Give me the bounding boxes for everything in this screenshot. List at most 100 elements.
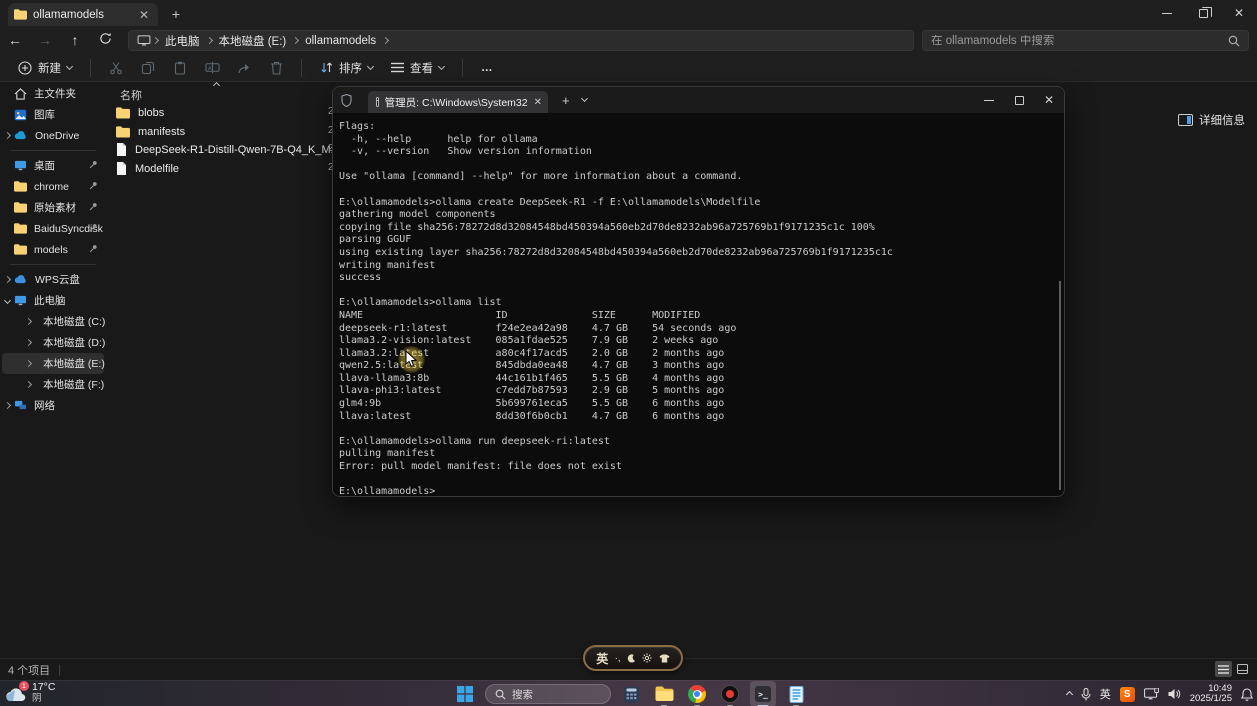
collapse-chevron-icon[interactable]: [4, 297, 11, 304]
microphone-icon[interactable]: [1081, 688, 1091, 701]
column-header-name[interactable]: 名称: [120, 87, 142, 103]
expand-chevron-icon[interactable]: [25, 318, 32, 325]
file-row-modelfile[interactable]: Modelfile: [110, 159, 179, 178]
file-row-gguf[interactable]: DeepSeek-R1-Distill-Qwen-7B-Q4_K_M.gguf: [110, 140, 355, 159]
terminal-tab-dropdown-icon[interactable]: [581, 95, 588, 102]
breadcrumb-drive-e[interactable]: 本地磁盘 (E:): [214, 33, 292, 49]
file-row-blobs[interactable]: blobs: [110, 103, 164, 122]
notification-bell-icon[interactable]: [1241, 688, 1253, 701]
explorer-addressbar: ← → ↑ 此电脑 本地磁盘 (E:) ollamamodels: [0, 26, 1257, 54]
mouse-cursor: [405, 350, 418, 368]
terminal-new-tab-button[interactable]: +: [562, 93, 570, 108]
taskbar-app-recorder[interactable]: [717, 681, 743, 706]
new-tab-button[interactable]: +: [166, 5, 186, 25]
sidebar-item-this-pc[interactable]: 此电脑: [2, 290, 104, 311]
computer-icon: [14, 295, 27, 306]
sidebar-item-baidusyncdisk[interactable]: BaiduSyncdisk: [2, 218, 104, 239]
minimize-button[interactable]: [1149, 0, 1185, 26]
refresh-button[interactable]: [90, 32, 120, 48]
sidebar-item-drive-f[interactable]: 本地磁盘 (F:): [2, 374, 104, 395]
sidebar-item-drive-d[interactable]: 本地磁盘 (D:): [2, 332, 104, 353]
back-button[interactable]: ←: [0, 32, 30, 48]
search-icon: [495, 689, 506, 700]
sidebar-item-chrome[interactable]: chrome: [2, 176, 104, 197]
expand-chevron-icon[interactable]: [4, 132, 11, 139]
clock[interactable]: 10:49 2025/1/25: [1190, 684, 1232, 705]
terminal-titlebar[interactable]: 管理员: C:\Windows\System32 ✕ + ✕: [333, 87, 1064, 113]
sidebar-item-desktop[interactable]: 桌面: [2, 155, 104, 176]
sidebar-item-models[interactable]: models: [2, 239, 104, 260]
rename-button[interactable]: A: [197, 56, 227, 80]
search-icon: [1228, 35, 1240, 47]
sidebar-item-onedrive[interactable]: OneDrive: [2, 125, 104, 146]
copy-button[interactable]: [133, 56, 163, 80]
ime-punctuation-toggle[interactable]: ·,: [615, 653, 621, 664]
taskbar-app-chrome[interactable]: [684, 681, 710, 706]
paste-button[interactable]: [165, 56, 195, 80]
sort-button[interactable]: 排序: [312, 56, 381, 80]
up-button[interactable]: ↑: [60, 32, 90, 48]
expand-chevron-icon[interactable]: [4, 276, 11, 283]
terminal-close-button[interactable]: ✕: [1034, 87, 1064, 113]
explorer-tab[interactable]: ollamamodels ✕: [8, 3, 158, 26]
sidebar-item-home[interactable]: 主文件夹: [2, 83, 104, 104]
delete-button[interactable]: [261, 56, 291, 80]
expand-chevron-icon[interactable]: [25, 360, 32, 367]
sort-icon: [320, 61, 333, 74]
tray-ime-language[interactable]: 英: [1100, 686, 1111, 702]
view-button[interactable]: 查看: [383, 56, 452, 80]
taskbar-app-notepad[interactable]: [783, 681, 809, 706]
tab-close-icon[interactable]: ✕: [136, 8, 152, 22]
new-button[interactable]: 新建: [10, 56, 80, 80]
weather-widget[interactable]: 1 17°C 阴: [5, 682, 55, 704]
taskbar-app-terminal[interactable]: >_: [750, 681, 776, 706]
taskbar-search[interactable]: 搜索: [485, 684, 611, 704]
terminal-maximize-button[interactable]: [1004, 87, 1034, 113]
ime-toolbar[interactable]: 英 ·,: [583, 645, 683, 671]
sidebar-item-label: 本地磁盘 (C:): [43, 314, 105, 329]
more-options-button[interactable]: …: [473, 56, 502, 80]
close-button[interactable]: ✕: [1221, 0, 1257, 26]
taskbar-app-calculator[interactable]: [618, 681, 644, 706]
sidebar-item-network[interactable]: 网络: [2, 395, 104, 416]
expand-chevron-icon[interactable]: [25, 381, 32, 388]
breadcrumb[interactable]: 此电脑 本地磁盘 (E:) ollamamodels: [128, 30, 914, 51]
breadcrumb-ollamamodels[interactable]: ollamamodels: [300, 35, 381, 47]
terminal-output[interactable]: Flags: -h, --help help for ollama -v, --…: [333, 113, 1064, 496]
terminal-tab[interactable]: 管理员: C:\Windows\System32 ✕: [368, 91, 548, 113]
speaker-icon[interactable]: [1168, 688, 1181, 700]
ime-settings-gear-icon[interactable]: [642, 653, 652, 663]
explorer-search-input[interactable]: [931, 35, 1228, 47]
ime-skin-icon[interactable]: [659, 654, 670, 663]
taskbar-search-label: 搜索: [512, 687, 533, 702]
breadcrumb-this-pc[interactable]: 此电脑: [160, 33, 205, 49]
ime-language-mode[interactable]: 英: [596, 650, 608, 667]
file-row-manifests[interactable]: manifests: [110, 122, 185, 141]
share-button[interactable]: [229, 56, 259, 80]
thumbnail-view-button[interactable]: [1234, 661, 1251, 677]
chevron-down-icon: [438, 62, 445, 69]
sidebar-item-drive-c[interactable]: 本地磁盘 (C:): [2, 311, 104, 332]
sidebar-item-gallery[interactable]: 图库: [2, 104, 104, 125]
file-icon: [116, 162, 127, 175]
terminal-scrollbar[interactable]: [1059, 281, 1061, 490]
forward-button[interactable]: →: [30, 32, 60, 48]
weather-temperature: 17°C: [32, 682, 55, 693]
ime-fullwidth-moon-icon[interactable]: [627, 654, 636, 663]
sidebar-item-raw-materials[interactable]: 原始素材: [2, 197, 104, 218]
restore-button[interactable]: [1185, 0, 1221, 26]
sidebar-item-drive-e[interactable]: 本地磁盘 (E:): [2, 353, 104, 374]
sidebar-item-label: WPS云盘: [35, 272, 80, 287]
terminal-minimize-button[interactable]: [974, 87, 1004, 113]
cut-button[interactable]: [101, 56, 131, 80]
details-view-button[interactable]: [1215, 661, 1232, 677]
sogou-input-icon[interactable]: S: [1120, 687, 1135, 702]
cast-display-icon[interactable]: [1144, 688, 1159, 700]
tray-overflow-chevron-icon[interactable]: [1066, 690, 1073, 697]
taskbar-app-file-explorer[interactable]: [651, 681, 677, 706]
start-button[interactable]: [452, 681, 478, 706]
expand-chevron-icon[interactable]: [4, 402, 11, 409]
terminal-tab-close-icon[interactable]: ✕: [534, 97, 542, 108]
expand-chevron-icon[interactable]: [25, 339, 32, 346]
sidebar-item-wps-cloud[interactable]: WPS云盘: [2, 269, 104, 290]
